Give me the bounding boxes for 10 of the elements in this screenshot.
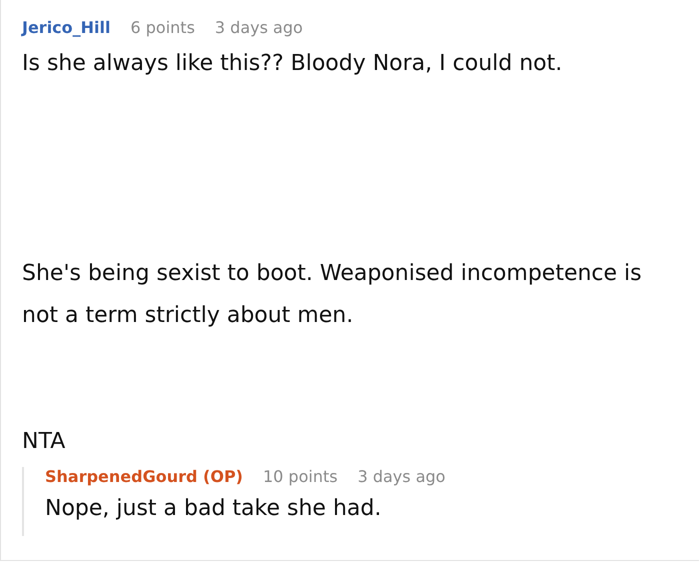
comment-text: Is she always like this?? Bloody Nora, I could not.	[22, 50, 564, 78]
comment-text: She's being sexist to boot. Weaponised incompetence is not a term strictly about men.	[22, 260, 643, 330]
timestamp: 3 days ago	[214, 18, 303, 37]
comment-text: NTA	[22, 428, 66, 456]
username-link[interactable]: SharpenedGourd (OP)	[45, 467, 243, 486]
timestamp: 3 days ago	[358, 467, 446, 486]
username-link[interactable]: Jerico_Hill	[22, 18, 110, 37]
points-count: 10 points	[262, 467, 338, 486]
comment-text: Nope, just a bad take she had.	[45, 495, 382, 523]
points-count: 6 points	[130, 18, 195, 37]
